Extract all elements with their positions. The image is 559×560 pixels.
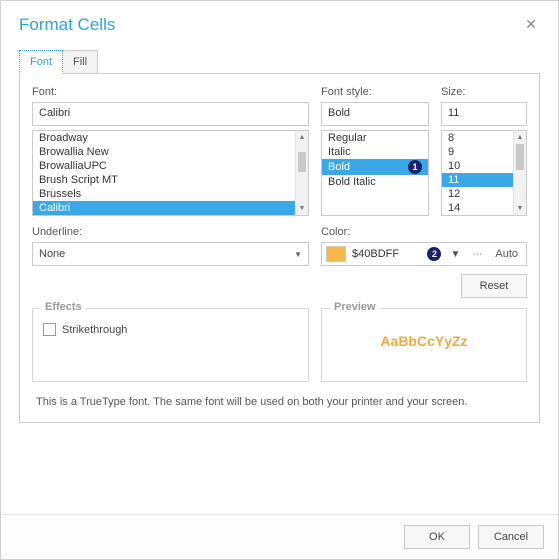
- checkbox-icon: [43, 323, 56, 336]
- scroll-down-icon[interactable]: ▼: [514, 202, 526, 215]
- font-panel: Font: Calibri Broadway Browallia New Bro…: [19, 73, 540, 423]
- font-input[interactable]: Calibri: [32, 102, 309, 126]
- strikethrough-checkbox[interactable]: Strikethrough: [43, 323, 298, 336]
- effects-group: Effects Strikethrough: [32, 308, 309, 382]
- list-item[interactable]: Brush Script MT: [33, 173, 295, 187]
- chevron-down-icon[interactable]: ▼: [447, 249, 463, 260]
- preview-group: Preview AaBbCcYyZz: [321, 308, 527, 382]
- list-item[interactable]: 14: [442, 201, 513, 215]
- reset-button[interactable]: Reset: [461, 274, 527, 298]
- list-item[interactable]: Bold Italic: [322, 175, 428, 189]
- list-item[interactable]: 10: [442, 159, 513, 173]
- color-picker[interactable]: $40BDFF 2 ▼ ⋯ Auto: [321, 242, 527, 266]
- list-item[interactable]: 8: [442, 131, 513, 145]
- list-item[interactable]: 9: [442, 145, 513, 159]
- titlebar: Format Cells ✕: [1, 1, 558, 43]
- underline-dropdown[interactable]: None ▼: [32, 242, 309, 266]
- annotation-2: 2: [427, 247, 441, 261]
- size-list[interactable]: 8 9 10 11 12 14 ▲ ▼: [441, 130, 527, 216]
- list-item[interactable]: Calibri: [33, 201, 295, 215]
- underline-label: Underline:: [32, 226, 309, 238]
- list-item[interactable]: 12: [442, 187, 513, 201]
- ok-button[interactable]: OK: [404, 525, 470, 549]
- list-item[interactable]: Bold 1: [322, 159, 428, 175]
- tab-fill[interactable]: Fill: [62, 50, 98, 74]
- preview-title: Preview: [330, 301, 380, 313]
- scroll-up-icon[interactable]: ▲: [296, 131, 308, 144]
- scroll-down-icon[interactable]: ▼: [296, 202, 308, 215]
- effects-title: Effects: [41, 301, 86, 313]
- size-label: Size:: [441, 86, 527, 98]
- strikethrough-label: Strikethrough: [62, 324, 127, 336]
- tab-font[interactable]: Font: [19, 50, 63, 74]
- list-item[interactable]: Broadway: [33, 131, 295, 145]
- dialog-footer: OK Cancel: [1, 514, 558, 559]
- size-input[interactable]: 11: [441, 102, 527, 126]
- font-list[interactable]: Broadway Browallia New BrowalliaUPC Brus…: [32, 130, 309, 216]
- scrollbar[interactable]: ▲ ▼: [295, 131, 308, 215]
- color-value: $40BDFF: [352, 248, 415, 260]
- font-label: Font:: [32, 86, 309, 98]
- list-item[interactable]: BrowalliaUPC: [33, 159, 295, 173]
- style-label: Font style:: [321, 86, 429, 98]
- scrollbar[interactable]: ▲ ▼: [513, 131, 526, 215]
- annotation-1: 1: [408, 160, 422, 174]
- style-input[interactable]: Bold: [321, 102, 429, 126]
- chevron-down-icon: ▼: [294, 250, 302, 259]
- scroll-up-icon[interactable]: ▲: [514, 131, 526, 144]
- color-swatch: [326, 246, 346, 262]
- preview-sample: AaBbCcYyZz: [332, 333, 516, 349]
- list-item[interactable]: Brussels: [33, 187, 295, 201]
- dialog-title: Format Cells: [19, 15, 115, 35]
- list-item[interactable]: 11: [442, 173, 513, 187]
- close-icon[interactable]: ✕: [522, 16, 540, 34]
- underline-value: None: [39, 248, 65, 260]
- style-list[interactable]: Regular Italic Bold 1 Bold Italic: [321, 130, 429, 216]
- color-auto[interactable]: Auto: [491, 248, 522, 260]
- list-item[interactable]: Regular: [322, 131, 428, 145]
- more-icon[interactable]: ⋯: [469, 249, 485, 260]
- footnote: This is a TrueType font. The same font w…: [36, 396, 523, 408]
- format-cells-dialog: Format Cells ✕ Font Fill Font: Calibri B…: [0, 0, 559, 560]
- list-item[interactable]: Italic: [322, 145, 428, 159]
- tabstrip: Font Fill: [19, 49, 540, 73]
- list-item-label: Bold: [328, 161, 350, 173]
- list-item[interactable]: Browallia New: [33, 145, 295, 159]
- cancel-button[interactable]: Cancel: [478, 525, 544, 549]
- color-label: Color:: [321, 226, 527, 238]
